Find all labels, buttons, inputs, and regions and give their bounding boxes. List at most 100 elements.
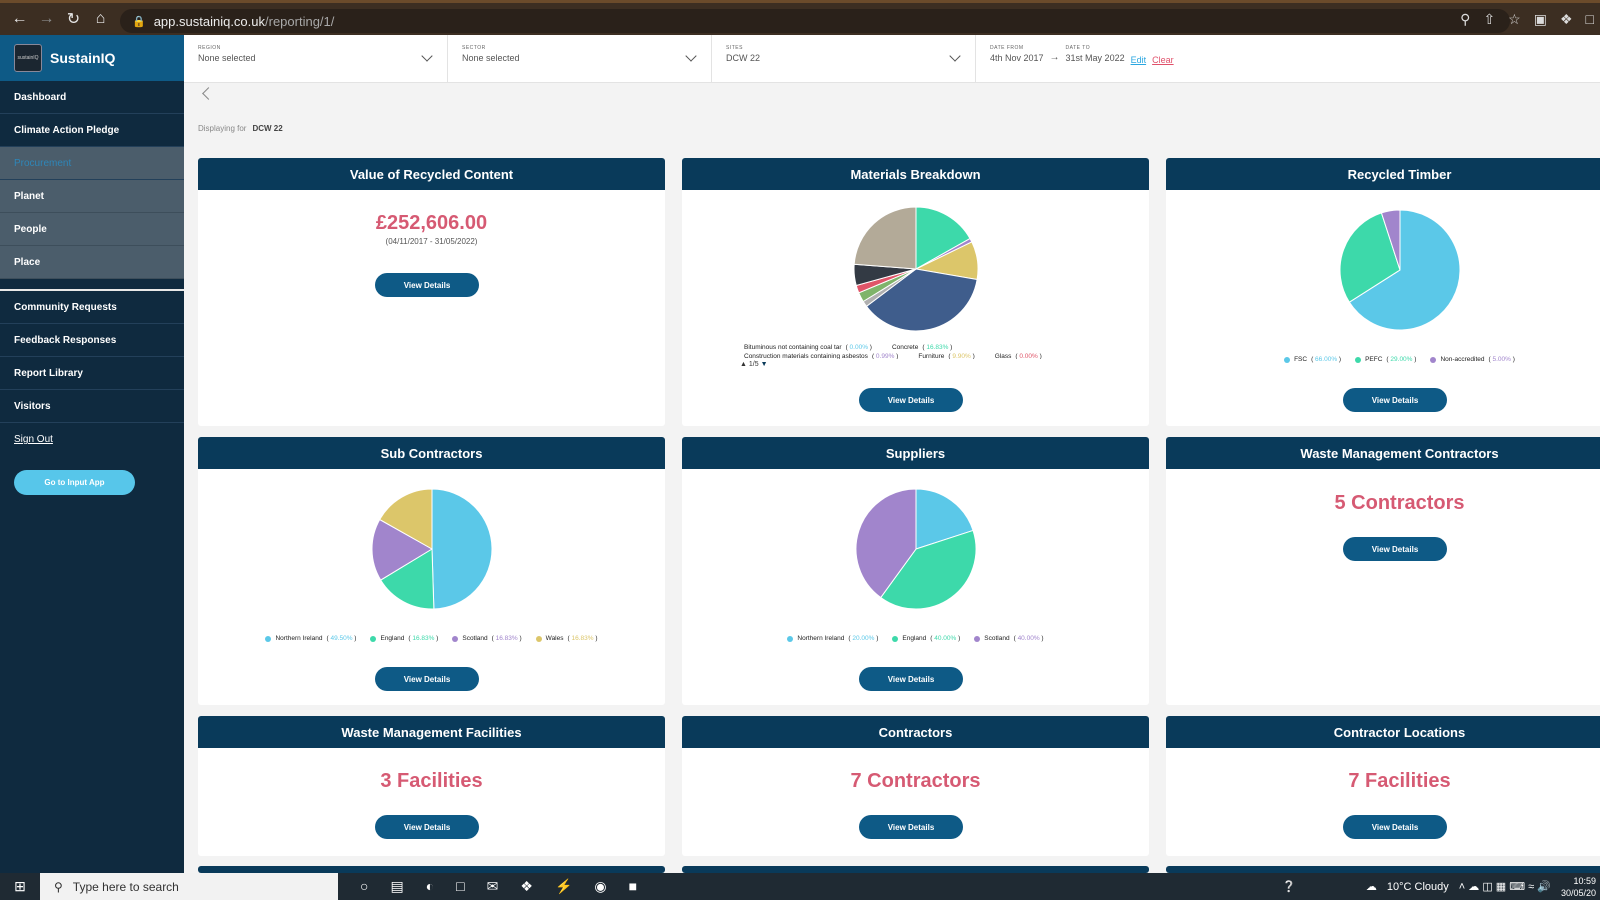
sidebar-item-sign-out[interactable]: Sign Out (0, 423, 184, 456)
task-view-icon[interactable]: ▤ (390, 878, 403, 895)
clear-date-link[interactable]: Clear (1152, 55, 1174, 65)
forward-arrow-icon[interactable]: → (33, 10, 60, 28)
chrome-icon[interactable]: ◉ (594, 878, 606, 895)
legend-item[interactable]: Non-accredited( 5.00% ) (1430, 356, 1515, 363)
pie-slice[interactable] (853, 206, 917, 270)
legend-label: Northern Ireland (797, 635, 845, 642)
pie-slice[interactable] (431, 488, 493, 610)
sidebar-item-people[interactable]: People (0, 213, 184, 246)
card-sub-contractors: Sub Contractors Northern Ireland( 49.50%… (198, 437, 665, 705)
card-title: Suppliers (682, 437, 1149, 469)
url-path: /reporting/1/ (265, 13, 335, 29)
timber-legend: FSC( 66.00% ) PEFC( 29.00% ) Non-accredite… (1166, 356, 1600, 363)
card-recycled-timber: Recycled Timber FSC( 66.00% ) PEFC( 29.00… (1166, 158, 1600, 426)
file-explorer-icon[interactable]: □ (456, 878, 464, 895)
brand-header[interactable]: sustainIQ SustainIQ (0, 35, 184, 81)
sidebar-item-place[interactable]: Place (0, 246, 184, 279)
legend-item[interactable]: Construction materials containing asbest… (740, 353, 898, 359)
share-icon[interactable]: ⇧ (1483, 11, 1495, 28)
recycled-value-amount: £252,606.00 (375, 212, 488, 234)
sidebar-item-visitors[interactable]: Visitors (0, 390, 184, 423)
legend-item[interactable]: England( 16.83% ) (370, 635, 438, 642)
view-details-button[interactable]: View Details (375, 815, 479, 839)
date-from-value[interactable]: 4th Nov 2017 (990, 53, 1044, 63)
view-details-button[interactable]: View Details (859, 667, 963, 691)
legend-item[interactable]: Furniture( 9.90% ) (914, 353, 974, 359)
legend-label: Glass (994, 353, 1012, 359)
view-details-button[interactable]: View Details (375, 273, 479, 297)
legend-percent: ( 0.99% ) (871, 353, 899, 359)
card-contractors: Contractors 7 Contractors View Details (682, 716, 1149, 856)
sidebar-item-community-requests[interactable]: Community Requests (0, 291, 184, 324)
displaying-for: Displaying for DCW 22 (198, 124, 283, 133)
dropbox-icon[interactable]: ❖ (520, 878, 533, 895)
edit-date-link[interactable]: Edit (1131, 55, 1147, 65)
tray-icons[interactable]: ˄ ☁ ◫ ▦ ⌨ ≈ 🔊 (1459, 880, 1551, 893)
card-suppliers: Suppliers Northern Ireland( 20.00% ) Engl… (682, 437, 1149, 705)
legend-item[interactable]: Bituminous not containing coal tar( 0.00… (740, 344, 872, 351)
card-title: Waste Management Facilities (198, 716, 665, 748)
legend-dot (265, 635, 272, 642)
legend-percent-value: 0.00% (1019, 353, 1038, 359)
legend-item[interactable]: England( 40.00% ) (892, 635, 960, 642)
windows-start-icon[interactable]: ⊞ (0, 878, 40, 895)
weather-text[interactable]: 10°C Cloudy (1387, 881, 1449, 893)
card-title: Contractor Locations (1166, 716, 1600, 748)
view-details-button[interactable]: View Details (375, 667, 479, 691)
home-icon[interactable]: ⌂ (87, 10, 114, 28)
sidepanel-icon[interactable]: □ (1586, 11, 1594, 28)
contractor-locations-count: 7 Facilities (1348, 770, 1451, 792)
legend-item[interactable]: Scotland( 40.00% ) (974, 635, 1044, 642)
sidebar-item-climate-action-pledge[interactable]: Climate Action Pledge (0, 114, 184, 147)
star-icon[interactable]: ☆ (1508, 11, 1521, 28)
back-chevron-icon[interactable] (202, 87, 215, 100)
teams-icon[interactable]: ■ (629, 878, 637, 895)
legend-item[interactable]: Glass( 0.00% ) (991, 353, 1042, 359)
help-icon[interactable]: ❔ (1282, 880, 1296, 893)
waste-contractors-count: 5 Contractors (1334, 492, 1465, 514)
view-details-button[interactable]: View Details (859, 815, 963, 839)
legend-label: Scotland (462, 635, 488, 642)
mail-icon[interactable]: ✉ (487, 878, 499, 895)
sidebar-item-feedback-responses[interactable]: Feedback Responses (0, 324, 184, 357)
legend-item[interactable]: PEFC( 29.00% ) (1355, 356, 1416, 363)
card-next-row (682, 866, 1149, 873)
taskbar-search[interactable]: ⚲ Type here to search (40, 873, 338, 900)
legend-percent-value: 49.50% (330, 635, 353, 642)
region-label: REGION (198, 45, 221, 51)
sites-filter[interactable]: SITES DCW 22 (712, 35, 976, 82)
sidebar-item-procurement[interactable]: Procurement (0, 147, 184, 180)
sidebar-item-dashboard[interactable]: Dashboard (0, 81, 184, 114)
view-details-button[interactable]: View Details (1343, 537, 1447, 561)
zoom-icon[interactable]: ⚲ (1460, 11, 1470, 28)
legend-item[interactable]: Northern Ireland( 49.50% ) (265, 635, 356, 642)
address-bar[interactable]: 🔒 app.sustainiq.co.uk/reporting/1/ (120, 9, 1510, 33)
legend-item[interactable]: FSC( 66.00% ) (1284, 356, 1341, 363)
edge-icon[interactable]: ◐ (426, 878, 434, 895)
legend-item[interactable]: Scotland( 16.83% ) (452, 635, 522, 642)
puzzle-icon[interactable]: ❖ (1560, 11, 1573, 28)
legend-item[interactable]: Wales( 16.83% ) (535, 635, 598, 642)
suppliers-pie-chart (855, 488, 977, 610)
view-details-button[interactable]: View Details (859, 388, 963, 412)
legend-pager[interactable]: ▲ 1/5 ▼ (740, 361, 1100, 368)
extension-icon[interactable]: ▣ (1534, 11, 1547, 28)
date-to-value[interactable]: 31st May 2022 (1066, 53, 1125, 63)
view-details-button[interactable]: View Details (1343, 388, 1447, 412)
go-to-input-app-button[interactable]: Go to Input App (14, 470, 135, 495)
region-filter[interactable]: REGION None selected (184, 35, 448, 82)
clock[interactable]: 10:59 30/05/20 (1561, 875, 1596, 899)
sector-filter[interactable]: SECTOR None selected (448, 35, 712, 82)
view-details-button[interactable]: View Details (1343, 815, 1447, 839)
back-arrow-icon[interactable]: ← (6, 10, 33, 28)
legend-item[interactable]: Northern Ireland( 20.00% ) (787, 635, 878, 642)
legend-dot (370, 635, 377, 642)
sidebar-item-planet[interactable]: Planet (0, 180, 184, 213)
cortana-icon[interactable]: ○ (360, 878, 368, 895)
reload-icon[interactable]: ↻ (60, 9, 87, 29)
sidebar-item-report-library[interactable]: Report Library (0, 357, 184, 390)
legend-item[interactable]: Concrete( 16.83% ) (888, 344, 952, 351)
legend-percent: ( 16.83% ) (567, 635, 598, 642)
app-icon[interactable]: ⚡ (555, 878, 572, 895)
card-title: Materials Breakdown (682, 158, 1149, 190)
